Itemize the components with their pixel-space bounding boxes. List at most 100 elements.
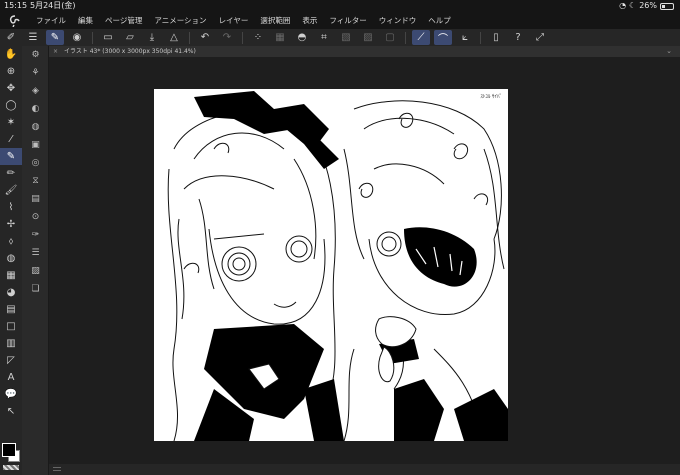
menu-layer[interactable]: レイヤー — [213, 12, 255, 29]
illustration-artwork — [167, 91, 508, 441]
stroke-correction-icon[interactable]: ⟋ — [412, 30, 430, 45]
menu-window[interactable]: ウィンドウ — [373, 12, 423, 29]
subtool-brush-size-icon[interactable]: ▣ — [22, 136, 49, 154]
text-icon[interactable]: A — [0, 369, 22, 386]
ruler-icon[interactable]: ⟀ — [456, 30, 474, 45]
status-time: 15:15 — [4, 1, 28, 10]
main-color-chip[interactable] — [2, 443, 16, 457]
fullscreen-icon[interactable]: ⤢ — [531, 30, 549, 45]
toolbar-divider — [189, 31, 190, 44]
menu-animation[interactable]: アニメーション — [148, 12, 212, 29]
eyedropper-icon[interactable]: ⁄ — [0, 131, 22, 148]
flip-icon[interactable]: ▨ — [359, 30, 377, 45]
ruler-tool-icon[interactable]: ◸ — [0, 352, 22, 369]
save-icon[interactable]: ⤓ — [143, 30, 161, 45]
subtool-settings-icon[interactable]: ⚙ — [22, 46, 49, 64]
airbrush-icon[interactable]: ⌇ — [0, 199, 22, 216]
battery-icon — [660, 2, 674, 10]
stabilizer-icon[interactable]: ⌒ — [434, 30, 452, 45]
open-folder-icon[interactable]: ▱ — [121, 30, 139, 45]
subtool-material-icon[interactable]: ▤ — [22, 190, 49, 208]
frame-icon[interactable]: ▥ — [0, 335, 22, 352]
subtool-history-icon[interactable]: ⧖ — [22, 172, 49, 190]
transparent-color-chip[interactable] — [3, 465, 19, 470]
menu-help[interactable]: ヘルプ — [422, 12, 457, 29]
canvas-workspace[interactable]: ｽﾄﾕﾙ ｻｲﾊﾟ — [49, 57, 680, 464]
sub-tool-palette: ⚙ ⚘ ◈ ◐ ◍ ▣ ◎ ⧖ ▤ ⊙ ✑ ☰ ▨ ❏ — [22, 46, 49, 475]
subtool-tool-icon[interactable]: ⚘ — [22, 64, 49, 82]
chevron-down-icon[interactable]: ⌄ — [666, 46, 672, 57]
app-logo-icon[interactable] — [0, 12, 30, 29]
brush-icon[interactable]: 🖌 — [0, 182, 22, 199]
color-chips — [1, 441, 21, 473]
correct-line-icon[interactable]: ↖ — [0, 403, 22, 420]
pencil-icon[interactable]: ✏ — [0, 165, 22, 182]
toolbar-divider — [242, 31, 243, 44]
drawing-canvas[interactable]: ｽﾄﾕﾙ ｻｲﾊﾟ — [154, 89, 508, 441]
moon-icon: ☾ — [629, 1, 637, 10]
transform-icon[interactable]: ▧ — [337, 30, 355, 45]
new-file-icon[interactable]: ▭ — [99, 30, 117, 45]
subtool-layers-icon[interactable]: ❏ — [22, 280, 49, 298]
subtool-search-icon[interactable]: ⊙ — [22, 208, 49, 226]
ios-status-bar: 15:15 5月24日(金) ◔ ☾ 26% — [0, 0, 680, 12]
clear-icon[interactable]: ▦ — [271, 30, 289, 45]
menu-file[interactable]: ファイル — [30, 12, 72, 29]
status-right-group: ◔ ☾ 26% — [619, 0, 674, 12]
document-title: イラスト 43* (3000 x 3000px 350dpi 41.4%) — [63, 48, 196, 55]
menu-hamburger-icon[interactable]: ☰ — [24, 30, 42, 45]
subtool-color-icon[interactable]: ◍ — [22, 118, 49, 136]
toolbar-divider — [92, 31, 93, 44]
fill-bucket-icon[interactable]: ◕ — [0, 284, 22, 301]
export-icon[interactable]: △ — [165, 30, 183, 45]
move-icon[interactable]: ✥ — [0, 80, 22, 97]
tool-palette: ✐ ✋ ⊕ ✥ ◯ ✶ ⁄ ✎ ✏ 🖌 ⌇ ✢ ⬨ ◍ ▦ ◕ ▤ □ ▥ ◸ … — [0, 29, 22, 475]
toolbar-divider — [480, 31, 481, 44]
toolbar-divider — [405, 31, 406, 44]
magic-wand-icon[interactable]: ✶ — [0, 114, 22, 131]
decoration-icon[interactable]: ✢ — [0, 216, 22, 233]
subtool-navigator-icon[interactable]: ◎ — [22, 154, 49, 172]
status-date: 5月24日(金) — [30, 1, 76, 10]
redo-icon[interactable]: ↷ — [218, 30, 236, 45]
device-icon[interactable]: ▯ — [487, 30, 505, 45]
subtool-pen-icon[interactable]: ✑ — [22, 226, 49, 244]
grid-icon[interactable]: ▦ — [0, 267, 22, 284]
view-icon[interactable]: ◉ — [68, 30, 86, 45]
subtool-properties-icon[interactable]: ◐ — [22, 100, 49, 118]
gradient-icon[interactable]: ▤ — [0, 301, 22, 318]
eraser-icon[interactable]: ⬨ — [0, 233, 22, 250]
blend-icon[interactable]: ◍ — [0, 250, 22, 267]
subtool-layer-icon[interactable]: ◈ — [22, 82, 49, 100]
hand-icon[interactable]: ✋ — [0, 46, 22, 63]
close-icon[interactable]: × — [53, 48, 58, 55]
wifi-icon: ◔ — [619, 1, 627, 10]
menu-bar: ファイル 編集 ページ管理 アニメーション レイヤー 選択範囲 表示 フィルター… — [0, 12, 680, 29]
command-bar: ☰ ✎ ◉ ▭ ▱ ⤓ △ ↶ ↷ ⁘ ▦ ◓ ⌗ ▧ ▨ ▢ ⟋ ⌒ ⟀ ▯ … — [22, 29, 680, 46]
selection-launcher-icon[interactable]: ▢ — [381, 30, 399, 45]
subtool-layer-props-icon[interactable]: ☰ — [22, 244, 49, 262]
pen-icon[interactable]: ✎ — [0, 148, 22, 165]
menu-edit[interactable]: 編集 — [72, 12, 99, 29]
undo-icon[interactable]: ↶ — [196, 30, 214, 45]
drag-handle-icon[interactable] — [53, 467, 61, 471]
quick-access-icon[interactable]: ✐ — [0, 29, 22, 46]
menu-selection[interactable]: 選択範囲 — [254, 12, 296, 29]
crop-icon[interactable]: ⌗ — [315, 30, 333, 45]
balloon-icon[interactable]: 💬 — [0, 386, 22, 403]
lasso-icon[interactable]: ◯ — [0, 97, 22, 114]
zoom-icon[interactable]: ⊕ — [0, 63, 22, 80]
battery-percent: 26% — [639, 1, 657, 10]
menu-filter[interactable]: フィルター — [323, 12, 372, 29]
menu-view[interactable]: 表示 — [296, 12, 323, 29]
subtool-palette-icon[interactable]: ▨ — [22, 262, 49, 280]
help-icon[interactable]: ? — [509, 30, 527, 45]
artist-signature: ｽﾄﾕﾙ ｻｲﾊﾟ — [480, 94, 502, 100]
deselect-icon[interactable]: ⁘ — [249, 30, 267, 45]
fill-icon[interactable]: ◓ — [293, 30, 311, 45]
document-tab[interactable]: × イラスト 43* (3000 x 3000px 350dpi 41.4%) … — [49, 46, 680, 57]
edit-mode-icon[interactable]: ✎ — [46, 30, 64, 45]
bottom-bar — [49, 464, 680, 475]
menu-page[interactable]: ページ管理 — [99, 12, 148, 29]
figure-icon[interactable]: □ — [0, 318, 22, 335]
